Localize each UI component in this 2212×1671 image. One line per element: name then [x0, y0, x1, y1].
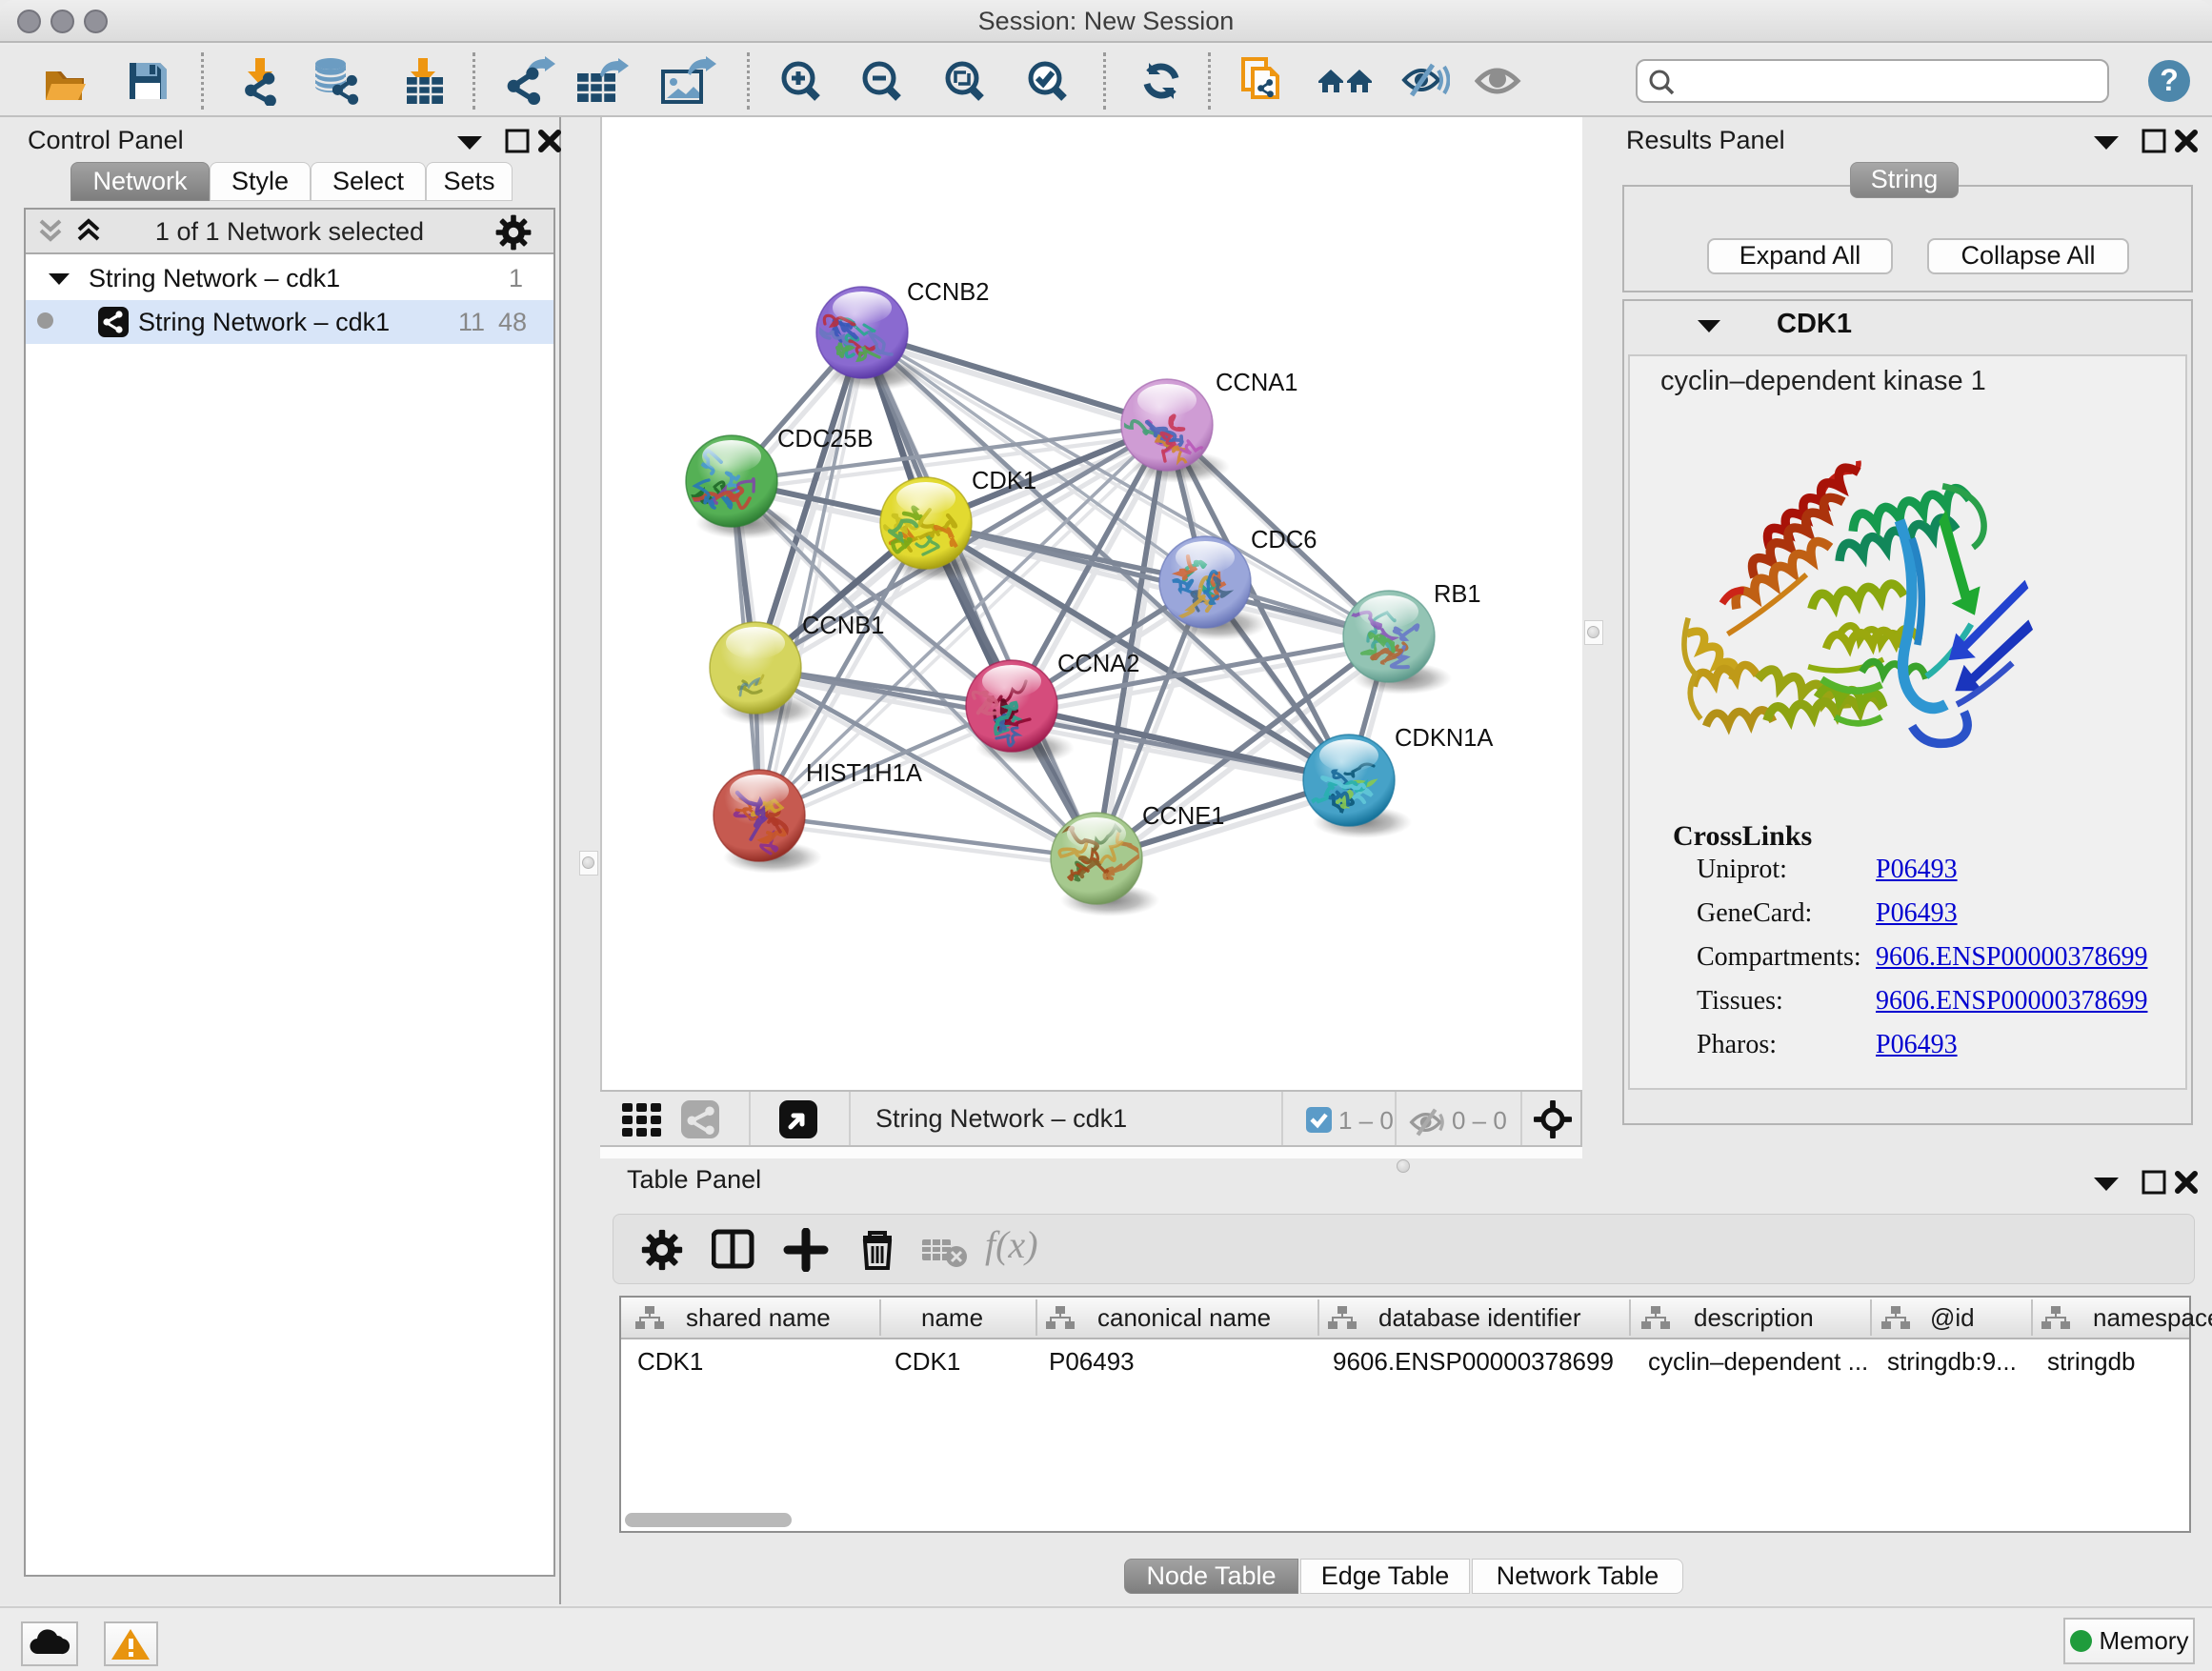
svg-text:?: ?	[2160, 63, 2179, 97]
svg-text:CCNA2: CCNA2	[1057, 651, 1139, 677]
svg-text:CDKN1A: CDKN1A	[1395, 725, 1493, 752]
svg-text:CCNA1: CCNA1	[1216, 370, 1297, 396]
svg-text:CDK1: CDK1	[972, 468, 1036, 494]
svg-text:CDC6: CDC6	[1251, 527, 1317, 554]
svg-text:CDC25B: CDC25B	[777, 426, 874, 453]
svg-text:CCNB1: CCNB1	[802, 613, 884, 639]
svg-text:CCNE1: CCNE1	[1142, 803, 1224, 830]
svg-text:HIST1H1A: HIST1H1A	[806, 760, 922, 787]
svg-text:RB1: RB1	[1434, 581, 1481, 608]
svg-text:CCNB2: CCNB2	[907, 279, 989, 306]
